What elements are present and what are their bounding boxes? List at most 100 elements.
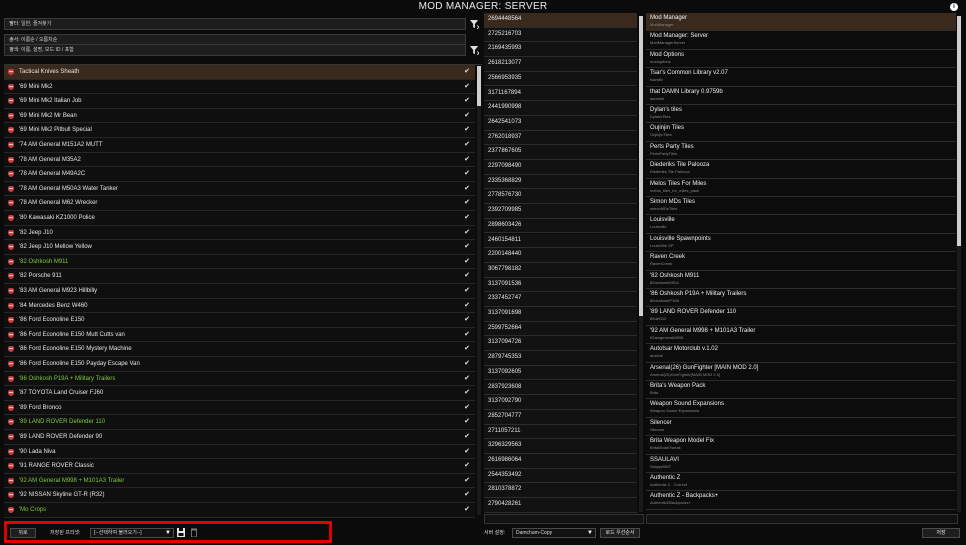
workshop-id-row[interactable]: 2778576730 bbox=[484, 189, 637, 205]
mod-list-row[interactable]: '80 Kawasaki KZ1000 Police ✔ bbox=[4, 211, 475, 226]
mod-list-scrollbar[interactable] bbox=[477, 66, 481, 515]
checkmark-icon[interactable]: ✔ bbox=[464, 140, 470, 150]
workshop-id-row[interactable]: 3137092605 bbox=[484, 365, 637, 381]
workshop-id-row[interactable]: 3067798182 bbox=[484, 262, 637, 278]
back-button[interactable]: 뒤로 bbox=[10, 528, 36, 538]
mod-list-row[interactable]: Tactical Knives Sheath ✔ bbox=[4, 65, 475, 80]
workshop-id-row[interactable]: 3137092790 bbox=[484, 395, 637, 410]
workshop-id-row[interactable]: 2460154811 bbox=[484, 233, 637, 249]
active-mod-row[interactable]: that DAMN Library 0.9759b damnlib bbox=[646, 87, 956, 105]
workshop-id-row[interactable]: 2762018937 bbox=[484, 130, 637, 146]
workshop-id-row[interactable]: 2544353492 bbox=[484, 468, 637, 484]
workshop-id-row[interactable]: 2790428261 bbox=[484, 498, 637, 513]
checkmark-icon[interactable]: ✔ bbox=[464, 257, 470, 267]
active-mod-row[interactable]: Oujinjin Tiles OujinjinTiles bbox=[646, 123, 956, 142]
active-mod-row[interactable]: Brita Weapon Model Fix BritaModelTweak bbox=[646, 436, 956, 455]
scrollbar-thumb[interactable] bbox=[477, 66, 481, 106]
checkmark-icon[interactable]: ✔ bbox=[464, 67, 470, 77]
mod-list-row[interactable]: '74 AM General M151A2 MUTT ✔ bbox=[4, 138, 475, 153]
info-icon[interactable]: i bbox=[950, 3, 958, 11]
active-mod-row[interactable]: Authentic Z - Backpacks+ AuthenticZBackpa… bbox=[646, 491, 956, 510]
mod-list-row[interactable]: '83 AM General M923 Hillbilly ✔ bbox=[4, 284, 475, 299]
checkmark-icon[interactable]: ✔ bbox=[464, 490, 470, 500]
active-mod-row[interactable]: Brita's Weapon Pack Brita bbox=[646, 381, 956, 400]
checkmark-icon[interactable]: ✔ bbox=[464, 417, 470, 427]
workshop-id-row[interactable]: 3296329563 bbox=[484, 439, 637, 454]
delete-preset-icon[interactable] bbox=[191, 528, 197, 538]
active-mod-row[interactable]: '89 LAND ROVER Defender 110 89def110 bbox=[646, 307, 956, 326]
checkmark-icon[interactable]: ✔ bbox=[464, 169, 470, 179]
save-preset-icon[interactable] bbox=[177, 528, 185, 537]
load-order-button[interactable]: 로드 우선순서 bbox=[600, 528, 640, 538]
active-mod-row[interactable]: Perts Party Tiles PertsPartyTiles bbox=[646, 142, 956, 161]
checkmark-icon[interactable]: ✔ bbox=[464, 111, 470, 121]
workshop-id-row[interactable]: 2852704777 bbox=[484, 409, 637, 425]
checkmark-icon[interactable]: ✔ bbox=[464, 184, 470, 194]
active-mod-row[interactable]: '82 Oshkosh M911 82oshkoshM911 bbox=[646, 271, 956, 289]
mod-list-row[interactable]: '78 AM General M49A2C ✔ bbox=[4, 167, 475, 182]
mod-list-row[interactable]: '86 Ford Econoline E150 Mystery Machine ✔ bbox=[4, 342, 475, 357]
mod-list-row[interactable]: '82 Jeep J10 Mellow Yellow ✔ bbox=[4, 240, 475, 255]
mod-list-row[interactable]: '82 Oshkosh M911 ✔ bbox=[4, 254, 475, 270]
checkmark-icon[interactable]: ✔ bbox=[464, 125, 470, 135]
checkmark-icon[interactable]: ✔ bbox=[464, 403, 470, 413]
workshop-id-row[interactable]: 2810378872 bbox=[484, 483, 637, 499]
checkmark-icon[interactable]: ✔ bbox=[464, 286, 470, 296]
save-button[interactable]: 저장 bbox=[922, 528, 960, 538]
checkmark-icon[interactable]: ✔ bbox=[464, 228, 470, 238]
mod-list-row[interactable]: 'Mo Crops ✔ bbox=[4, 503, 475, 518]
server-settings-select[interactable]: Damcham-Copy ▼ bbox=[512, 528, 596, 538]
scrollbar-thumb[interactable] bbox=[957, 16, 961, 246]
workshop-id-row[interactable]: 2725216703 bbox=[484, 27, 637, 43]
workshop-id-row[interactable]: 2599752664 bbox=[484, 321, 637, 337]
mod-list-row[interactable]: '86 Ford Econoline E150 ✔ bbox=[4, 313, 475, 328]
active-mod-row[interactable]: Mod Manager ModManager bbox=[646, 13, 956, 32]
active-mod-row[interactable]: Diederiks Tile Palooza Diederiks Tile Pal… bbox=[646, 160, 956, 179]
mod-list-row[interactable]: '91 RANGE ROVER Classic ✔ bbox=[4, 459, 475, 474]
checkmark-icon[interactable]: ✔ bbox=[464, 198, 470, 208]
workshop-id-row[interactable]: 2566953935 bbox=[484, 71, 637, 87]
mod-list-row[interactable]: '92 AM General M998 + M101A3 Trailer ✔ bbox=[4, 473, 475, 489]
scrollbar-thumb[interactable] bbox=[639, 16, 643, 316]
id-input-field[interactable] bbox=[484, 514, 644, 524]
workshop-id-row[interactable]: 2879745353 bbox=[484, 351, 637, 366]
workshop-id-row[interactable]: 3137094726 bbox=[484, 336, 637, 352]
mod-list-row[interactable]: '89 LAND ROVER Defender 90 ✔ bbox=[4, 430, 475, 445]
id-list-scrollbar[interactable] bbox=[639, 16, 643, 512]
workshop-id-row[interactable]: 2335368829 bbox=[484, 174, 637, 190]
active-mod-row[interactable]: Tsar's Common Library v2.07 tsarslib bbox=[646, 68, 956, 87]
mod-list-row[interactable]: '84 Mercedes Benz W460 ✔ bbox=[4, 298, 475, 314]
workshop-id-row[interactable]: 2200148440 bbox=[484, 248, 637, 263]
workshop-id-row[interactable]: 2711057211 bbox=[484, 424, 637, 440]
workshop-id-row[interactable]: 2837923608 bbox=[484, 380, 637, 396]
active-mod-row[interactable]: Dylan's tiles DylansTiles bbox=[646, 105, 956, 124]
checkmark-icon[interactable]: ✔ bbox=[464, 155, 470, 165]
mod-list-row[interactable]: '92 NISSAN Skyline GT-R (R32) ✔ bbox=[4, 488, 475, 503]
checkmark-icon[interactable]: ✔ bbox=[464, 447, 470, 457]
workshop-id-row[interactable]: 2694448564 bbox=[484, 13, 637, 28]
mod-list-row[interactable]: '86 Ford Econoline E150 Mutt Cutts van ✔ bbox=[4, 327, 475, 343]
workshop-id-row[interactable]: 2618213077 bbox=[484, 57, 637, 72]
mod-list-row[interactable]: '90 Lada Niva ✔ bbox=[4, 444, 475, 460]
workshop-id-row[interactable]: 3171167894 bbox=[484, 86, 637, 102]
active-mod-row[interactable]: Mod Manager: Server ModManagerServer bbox=[646, 31, 956, 50]
checkmark-icon[interactable]: ✔ bbox=[464, 242, 470, 252]
workshop-id-row[interactable]: 2898603426 bbox=[484, 218, 637, 234]
workshop-id-row[interactable]: 2297098490 bbox=[484, 160, 637, 175]
checkmark-icon[interactable]: ✔ bbox=[464, 330, 470, 340]
mod-list-row[interactable]: '69 Mini Mk2 Pitbull Special ✔ bbox=[4, 123, 475, 138]
search-input[interactable]: 검색: 이름, 설명, 모드 ID / 포함 ▼ bbox=[4, 44, 466, 56]
checkmark-icon[interactable]: ✔ bbox=[464, 461, 470, 471]
mod-list-row[interactable]: '82 Porsche 911 ✔ bbox=[4, 269, 475, 284]
checkmark-icon[interactable]: ✔ bbox=[464, 96, 470, 106]
checkmark-icon[interactable]: ✔ bbox=[464, 359, 470, 369]
workshop-id-row[interactable]: 2377867605 bbox=[484, 145, 637, 160]
checkmark-icon[interactable]: ✔ bbox=[464, 271, 470, 281]
active-mod-row[interactable]: '92 AM General M998 + M101A3 Trailer 92am… bbox=[646, 326, 956, 345]
checkmark-icon[interactable]: ✔ bbox=[464, 476, 470, 486]
checkmark-icon[interactable]: ✔ bbox=[464, 213, 470, 223]
workshop-id-row[interactable]: 2441990998 bbox=[484, 101, 637, 116]
mod-list-row[interactable]: '87 TOYOTA Land Cruiser FJ60 ✔ bbox=[4, 386, 475, 401]
mod-list-row[interactable]: '78 AM General M50A3 Water Tanker ✔ bbox=[4, 181, 475, 197]
mod-list-row[interactable]: '69 Mini Mk2 Italian Job ✔ bbox=[4, 94, 475, 109]
